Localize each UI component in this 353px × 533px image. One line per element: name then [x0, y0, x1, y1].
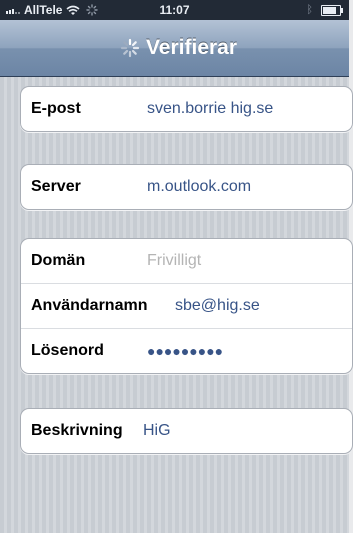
status-right: ᛒ: [306, 4, 343, 16]
battery-icon: [321, 4, 343, 16]
credentials-group: Domän Frivilligt Användarnamn sbe@hig.se…: [20, 238, 353, 374]
bluetooth-icon: ᛒ: [306, 4, 313, 16]
description-label: Beskrivning: [31, 422, 123, 439]
server-field[interactable]: m.outlook.com: [147, 178, 251, 196]
wifi-icon: [66, 5, 80, 15]
username-field[interactable]: sbe@hig.se: [175, 297, 260, 315]
username-row[interactable]: Användarnamn sbe@hig.se: [21, 283, 352, 328]
description-field[interactable]: HiG: [143, 422, 171, 440]
username-label: Användarnamn: [31, 297, 148, 314]
password-row[interactable]: Lösenord ●●●●●●●●●: [21, 328, 352, 373]
nav-title: Verifierar: [145, 36, 238, 59]
server-group: Server m.outlook.com: [20, 164, 353, 210]
status-bar: AllTele 11:07 ᛒ: [0, 0, 349, 20]
nav-title-group: Verifierar: [120, 36, 237, 60]
email-label: E-post: [31, 100, 81, 117]
email-group: E-post sven.borrie hig.se: [20, 86, 353, 132]
domain-row[interactable]: Domän Frivilligt: [21, 239, 352, 283]
signal-icon: [6, 6, 20, 14]
navigation-bar: Verifierar: [0, 20, 349, 77]
status-left: AllTele: [0, 3, 99, 17]
domain-field[interactable]: Frivilligt: [147, 252, 201, 270]
email-row[interactable]: E-post sven.borrie hig.se: [21, 87, 352, 131]
password-label: Lösenord: [31, 342, 104, 359]
server-label: Server: [31, 178, 81, 195]
activity-spinner-icon: [86, 4, 99, 16]
activity-spinner-icon: [120, 38, 140, 58]
description-group: Beskrivning HiG: [20, 408, 353, 454]
email-field[interactable]: sven.borrie hig.se: [147, 100, 273, 118]
carrier-name: AllTele: [24, 3, 63, 17]
description-row[interactable]: Beskrivning HiG: [21, 409, 352, 453]
server-row[interactable]: Server m.outlook.com: [21, 165, 352, 209]
domain-label: Domän: [31, 252, 86, 269]
password-field[interactable]: ●●●●●●●●●: [147, 343, 223, 359]
